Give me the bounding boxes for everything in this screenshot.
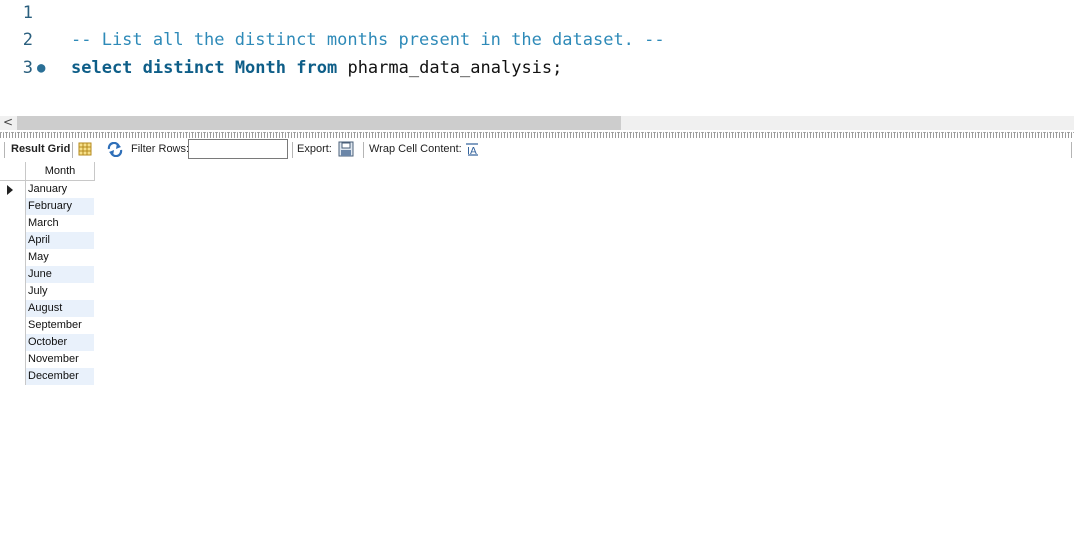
svg-text:IA: IA <box>467 146 477 156</box>
line-number: 1 <box>22 3 33 23</box>
filter-rows-label: Filter Rows: <box>131 143 190 155</box>
line-number: 2 <box>22 30 33 50</box>
editor-line-1: 1 <box>0 0 1074 26</box>
row-header[interactable] <box>0 266 26 283</box>
column-header-month[interactable]: Month <box>26 162 95 181</box>
row-header[interactable] <box>0 300 26 317</box>
horizontal-scrollbar[interactable]: < <box>0 115 1074 130</box>
editor-line-3: 3 ● select distinct Month from pharma_da… <box>0 55 1074 81</box>
table-row[interactable]: September <box>0 317 95 334</box>
row-header[interactable] <box>0 181 26 198</box>
month-cell[interactable]: February <box>26 198 94 215</box>
row-header[interactable] <box>0 334 26 351</box>
table-row[interactable]: February <box>0 198 95 215</box>
statement-marker-icon: ● <box>37 60 46 76</box>
table-row[interactable]: December <box>0 368 95 385</box>
panel-splitter[interactable] <box>0 132 1074 138</box>
row-header[interactable] <box>0 232 26 249</box>
month-cell[interactable]: January <box>26 181 94 198</box>
wrap-icon[interactable]: IA <box>465 143 479 156</box>
table-row[interactable]: August <box>0 300 95 317</box>
result-grid-tab[interactable]: Result Grid <box>11 143 70 155</box>
sql-comment: -- List all the distinct months present … <box>71 30 665 50</box>
export-label: Export: <box>297 143 332 155</box>
grid-rows: January February March April May June July Augu… <box>0 181 95 385</box>
table-row[interactable]: October <box>0 334 95 351</box>
keyword-distinct: distinct <box>142 58 225 78</box>
sql-editor[interactable]: 1 2 -- List all the distinct months pres… <box>0 0 1074 114</box>
grid-corner[interactable] <box>0 162 26 181</box>
month-cell[interactable]: March <box>26 215 94 232</box>
scroll-left-icon[interactable]: < <box>3 115 13 129</box>
keyword-from: from <box>296 58 338 78</box>
row-header[interactable] <box>0 317 26 334</box>
keyword-select: select <box>71 58 133 78</box>
table-row[interactable]: April <box>0 232 95 249</box>
line-number: 3 <box>22 58 33 78</box>
month-cell[interactable]: September <box>26 317 94 334</box>
grid-icon[interactable] <box>78 142 92 156</box>
toolbar-separator <box>4 142 5 158</box>
table-name: pharma_data_analysis; <box>347 58 563 78</box>
row-header[interactable] <box>0 283 26 300</box>
result-toolbar: Result Grid Filter Rows: Export: Wrap Ce… <box>0 139 1074 161</box>
row-header[interactable] <box>0 351 26 368</box>
export-icon[interactable] <box>338 141 356 158</box>
filter-rows-input[interactable] <box>188 139 288 159</box>
toolbar-separator <box>1071 142 1072 158</box>
row-header[interactable] <box>0 249 26 266</box>
table-row[interactable]: March <box>0 215 95 232</box>
table-row[interactable]: May <box>0 249 95 266</box>
toolbar-separator <box>72 142 73 158</box>
row-header[interactable] <box>0 368 26 385</box>
grid-header: Month <box>0 162 95 181</box>
toolbar-separator <box>363 142 364 158</box>
editor-line-2: 2 -- List all the distinct months presen… <box>0 27 1074 53</box>
table-row[interactable]: January <box>0 181 95 198</box>
wrap-cell-content-label: Wrap Cell Content: <box>369 143 462 155</box>
month-cell[interactable]: April <box>26 232 94 249</box>
scrollbar-thumb[interactable] <box>17 116 621 130</box>
month-cell[interactable]: May <box>26 249 94 266</box>
row-header[interactable] <box>0 198 26 215</box>
refresh-icon[interactable] <box>106 142 124 157</box>
row-header[interactable] <box>0 215 26 232</box>
sql-statement: select distinct Month from pharma_data_a… <box>71 55 562 81</box>
toolbar-separator <box>292 142 293 158</box>
month-cell[interactable]: July <box>26 283 94 300</box>
month-cell[interactable]: June <box>26 266 94 283</box>
month-cell[interactable]: October <box>26 334 94 351</box>
column-month: Month <box>234 58 286 78</box>
table-row[interactable]: July <box>0 283 95 300</box>
table-row[interactable]: November <box>0 351 95 368</box>
month-cell[interactable]: December <box>26 368 94 385</box>
month-cell[interactable]: August <box>26 300 94 317</box>
month-cell[interactable]: November <box>26 351 94 368</box>
table-row[interactable]: June <box>0 266 95 283</box>
